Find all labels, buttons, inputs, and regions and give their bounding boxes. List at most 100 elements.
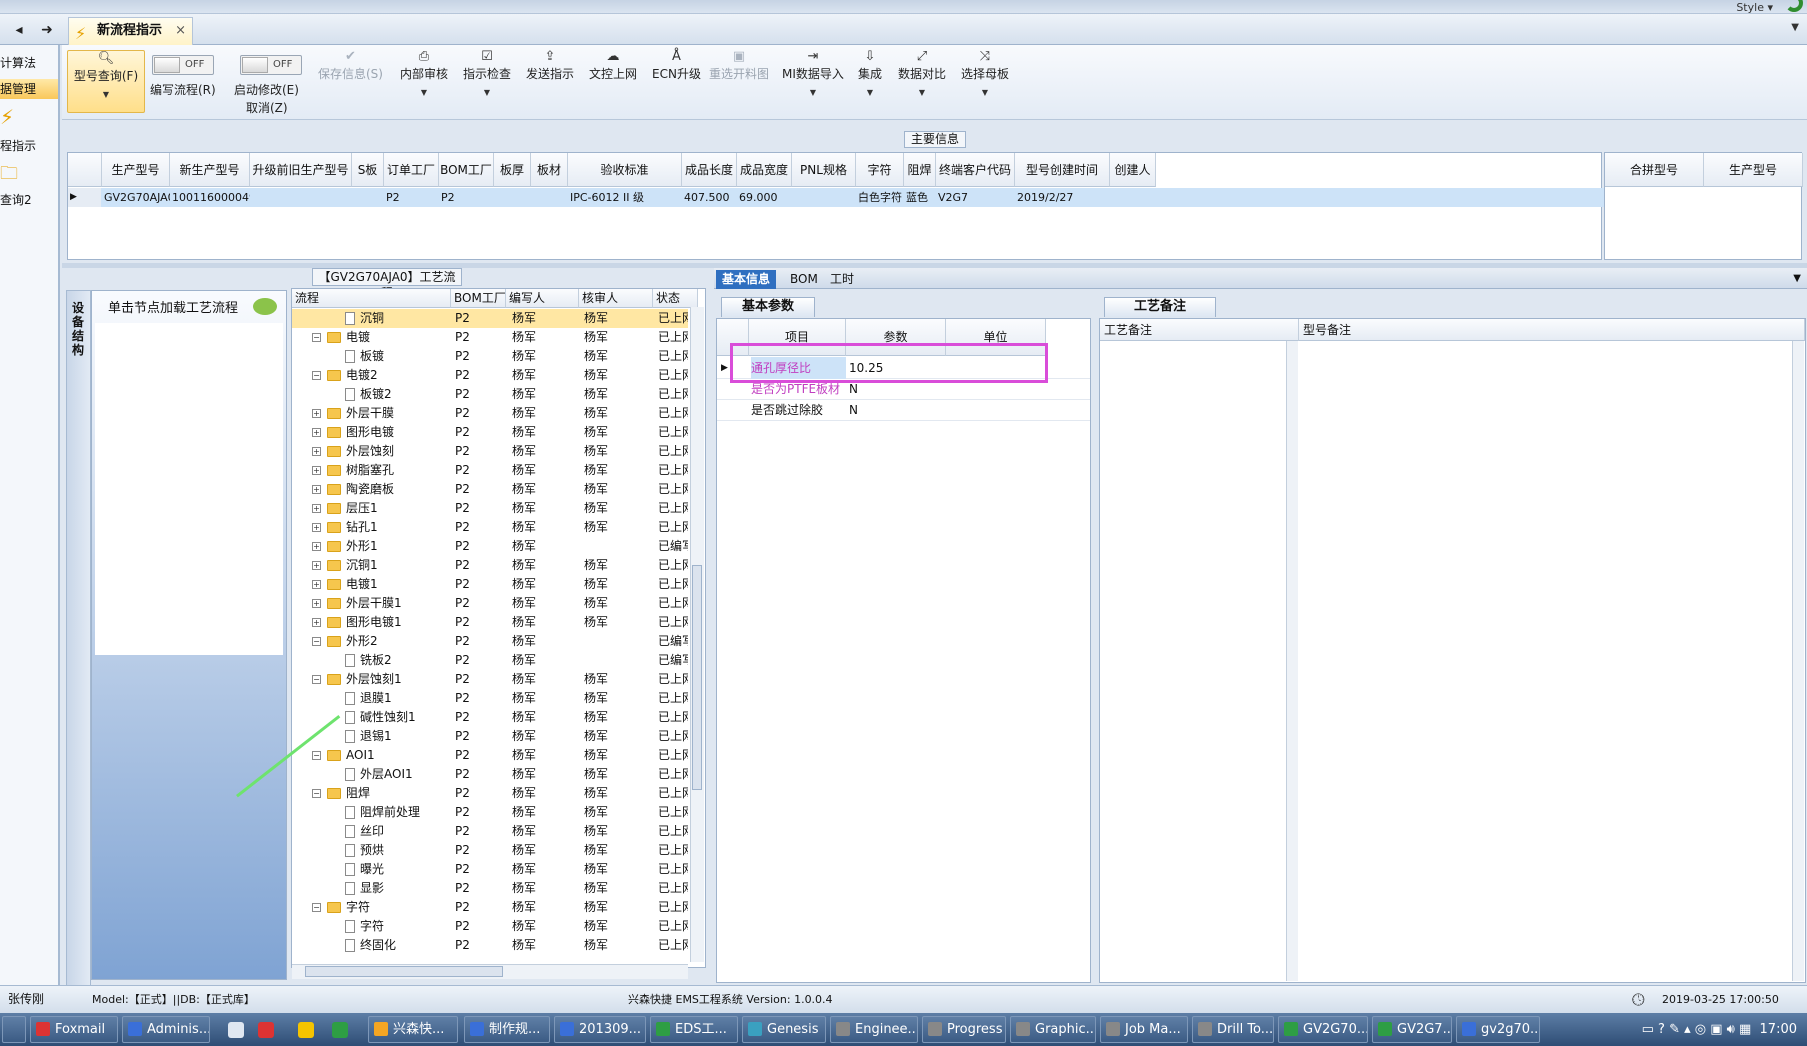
table-cell[interactable]: 2019/2/27: [1015, 188, 1110, 207]
table-row[interactable]: + 陶瓷磨板 P2 杨军 杨军 已上网: [292, 480, 688, 499]
col-header[interactable]: 升级前旧生产型号: [250, 153, 352, 187]
taskbar-item[interactable]: GV2G70...: [1278, 1016, 1368, 1043]
table-row[interactable]: + 树脂塞孔 P2 杨军 杨军 已上网: [292, 461, 688, 480]
table-cell[interactable]: V2G7: [936, 188, 1015, 207]
col-header[interactable]: S板: [352, 153, 384, 187]
col-model-note[interactable]: 型号备注: [1299, 319, 1805, 341]
quick-launch-icon[interactable]: [332, 1022, 348, 1038]
save-info-button[interactable]: ✔ 保存信息(S): [318, 49, 383, 82]
taskbar-item[interactable]: Adminis...: [122, 1016, 210, 1043]
taskbar-item[interactable]: Job Ma...: [1100, 1016, 1188, 1043]
table-cell[interactable]: [352, 188, 384, 207]
select-mother-button[interactable]: ⤨ 选择母板 ▼: [961, 49, 1009, 97]
table-row[interactable]: − AOI1 P2 杨军 杨军 已上网: [292, 746, 688, 765]
nav-item-data-mgmt[interactable]: 据管理: [0, 79, 58, 99]
expand-icon[interactable]: +: [312, 580, 321, 589]
table-row[interactable]: + 外层干膜 P2 杨军 杨军 已上网: [292, 404, 688, 423]
col-header[interactable]: 成品长度: [682, 153, 737, 187]
table-row[interactable]: + 钻孔1 P2 杨军 杨军 已上网: [292, 518, 688, 537]
start-edit-toggle[interactable]: OFF: [240, 55, 302, 75]
table-row[interactable]: 退膜1 P2 杨军 杨军 已上网: [292, 689, 688, 708]
scroll-thumb[interactable]: [305, 966, 503, 977]
quick-launch-icon[interactable]: [298, 1022, 314, 1038]
col-header[interactable]: 流程: [292, 289, 451, 308]
table-cell[interactable]: [1110, 188, 1156, 207]
model-query-button[interactable]: 🔍︎ 型号查询(F) ▼: [67, 50, 145, 113]
expand-icon[interactable]: +: [312, 466, 321, 475]
table-cell[interactable]: [531, 188, 568, 207]
col-header[interactable]: 阻焊: [904, 153, 936, 187]
param-value[interactable]: N: [849, 399, 944, 421]
integrate-button[interactable]: ⇩ 集成 ▼: [858, 49, 882, 97]
taskbar-item[interactable]: EDS工...: [650, 1016, 738, 1043]
taskbar-item[interactable]: Progress: [922, 1016, 1006, 1043]
table-row[interactable]: + 沉铜1 P2 杨军 杨军 已上网: [292, 556, 688, 575]
table-row[interactable]: + 外层干膜1 P2 杨军 杨军 已上网: [292, 594, 688, 613]
forward-arrow-icon[interactable]: ➜: [36, 20, 58, 40]
expand-icon[interactable]: +: [312, 561, 321, 570]
col-header[interactable]: 状态: [653, 289, 698, 308]
table-row[interactable]: 外层AOI1 P2 杨军 杨军 已上网: [292, 765, 688, 784]
nav-item-process[interactable]: 程指示: [0, 137, 58, 154]
structure-tree[interactable]: [95, 323, 283, 655]
tab-process-notes[interactable]: 工艺备注: [1104, 297, 1216, 317]
table-row[interactable]: 显影 P2 杨军 杨军 已上网: [292, 879, 688, 898]
table-cell[interactable]: 蓝色: [904, 188, 936, 207]
tab-work-hours[interactable]: 工时: [824, 270, 860, 289]
table-row[interactable]: 预烘 P2 杨军 杨军 已上网: [292, 841, 688, 860]
col-header[interactable]: 新生产型号: [170, 153, 250, 187]
collapse-icon[interactable]: −: [312, 371, 321, 380]
system-tray[interactable]: ▭ ? ✎ ▴ ◎ ▣ 🔊︎ ▦ 17:00: [1642, 1013, 1797, 1046]
table-row[interactable]: − 外形2 P2 杨军 已编写: [292, 632, 688, 651]
cancel-button[interactable]: 取消(Z): [246, 99, 288, 116]
expand-icon[interactable]: +: [312, 542, 321, 551]
start-button[interactable]: [2, 1016, 26, 1043]
table-row[interactable]: − 外层蚀刻1 P2 杨军 杨军 已上网: [292, 670, 688, 689]
tab-new-process[interactable]: ⚡ 新流程指示 ×: [68, 17, 193, 45]
table-row[interactable]: + 图形电镀 P2 杨军 杨军 已上网: [292, 423, 688, 442]
col-header[interactable]: 板材: [531, 153, 568, 187]
taskbar-item[interactable]: Foxmail: [30, 1016, 118, 1043]
model-note-scrollbar[interactable]: [1792, 341, 1804, 981]
col-header[interactable]: BOM工厂: [439, 153, 494, 187]
col-header[interactable]: 创建人: [1110, 153, 1156, 187]
col-production-model[interactable]: 生产型号: [1704, 153, 1803, 187]
quick-launch-icon[interactable]: [228, 1022, 244, 1038]
col-header[interactable]: 字符: [856, 153, 904, 187]
col-merge-model[interactable]: 合拼型号: [1605, 153, 1704, 187]
collapse-icon[interactable]: −: [312, 637, 321, 646]
table-cell[interactable]: P2: [384, 188, 439, 207]
taskbar-item[interactable]: GV2G7...: [1372, 1016, 1452, 1043]
taskbar-item[interactable]: gv2g70...: [1456, 1016, 1540, 1043]
chevron-down-icon[interactable]: ▼: [1787, 270, 1807, 289]
taskbar-item[interactable]: 兴森快...: [368, 1016, 458, 1043]
param-row[interactable]: 是否跳过除胶 N: [717, 399, 1090, 421]
table-row[interactable]: 阻焊前处理 P2 杨军 杨军 已上网: [292, 803, 688, 822]
col-header[interactable]: 编写人: [506, 289, 579, 308]
collapse-icon[interactable]: −: [312, 751, 321, 760]
write-flow-toggle[interactable]: OFF: [152, 55, 214, 75]
mi-import-button[interactable]: ⇥ MI数据导入 ▼: [782, 49, 844, 97]
col-header[interactable]: 生产型号: [102, 153, 170, 187]
collapse-icon[interactable]: −: [312, 789, 321, 798]
table-cell[interactable]: 白色字符: [856, 188, 904, 207]
table-row[interactable]: 曝光 P2 杨军 杨军 已上网: [292, 860, 688, 879]
table-row[interactable]: 丝印 P2 杨军 杨军 已上网: [292, 822, 688, 841]
table-cell[interactable]: GV2G70AJA0: [102, 188, 170, 207]
collapse-icon[interactable]: −: [312, 675, 321, 684]
table-row[interactable]: 碱性蚀刻1 P2 杨军 杨军 已上网: [292, 708, 688, 727]
scroll-thumb[interactable]: [692, 565, 702, 790]
taskbar-item[interactable]: Genesis: [742, 1016, 826, 1043]
table-row[interactable]: 终固化 P2 杨军 杨军 已上网: [292, 936, 688, 955]
instruction-check-button[interactable]: ☑ 指示检查 ▼: [463, 49, 511, 97]
col-header[interactable]: 订单工厂: [384, 153, 439, 187]
table-cell[interactable]: [494, 188, 531, 207]
expand-icon[interactable]: +: [312, 523, 321, 532]
taskbar-item[interactable]: 制作规...: [464, 1016, 550, 1043]
col-header[interactable]: BOM工厂: [451, 289, 506, 308]
table-row[interactable]: 字符 P2 杨军 杨军 已上网: [292, 917, 688, 936]
col-process-note[interactable]: 工艺备注: [1100, 319, 1299, 341]
reselect-drawing-button[interactable]: ▣ 重选开料图: [709, 49, 769, 82]
table-cell[interactable]: 10011600004922: [170, 188, 250, 207]
tab-bom[interactable]: BOM: [784, 270, 824, 289]
